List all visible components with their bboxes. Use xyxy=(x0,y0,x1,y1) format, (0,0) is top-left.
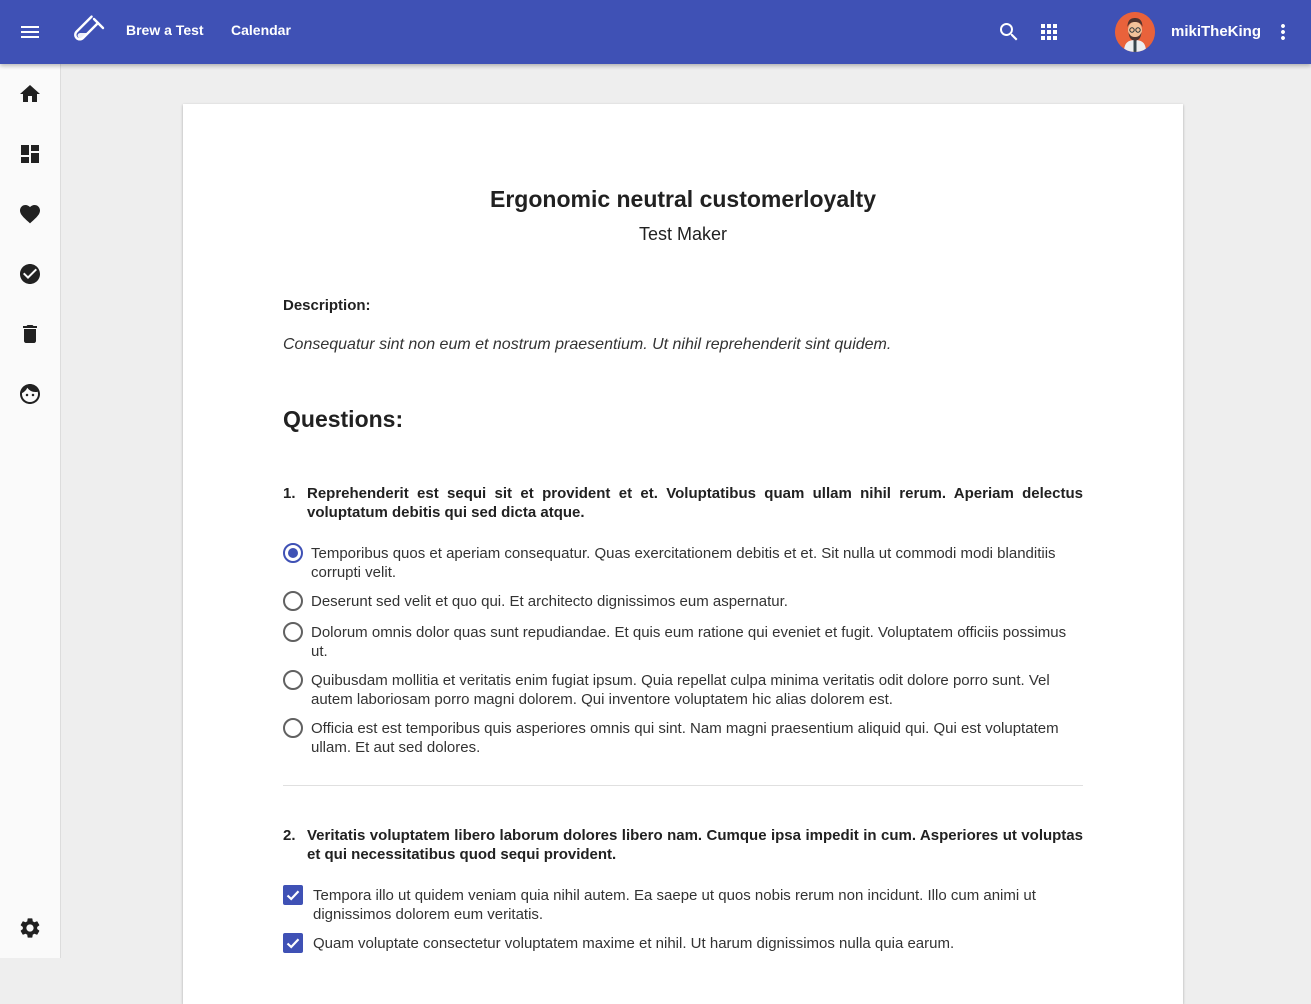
option-label: Officia est est temporibus quis asperior… xyxy=(311,720,1059,756)
radio-selected[interactable] xyxy=(283,543,303,563)
radio-unselected[interactable] xyxy=(283,718,303,738)
check-icon xyxy=(286,938,300,949)
checkbox-checked[interactable] xyxy=(283,933,303,953)
apps-grid-icon[interactable] xyxy=(1037,20,1061,44)
question-text: 2. Veritatis voluptatem libero laborum d… xyxy=(283,826,1083,864)
description-text: Consequatur sint non eum et nostrum prae… xyxy=(283,336,892,353)
option-label: Temporibus quos et aperiam consequatur. … xyxy=(311,545,1056,581)
side-navigation-rail xyxy=(0,64,61,958)
option-label: Tempora illo ut quidem veniam quia nihil… xyxy=(313,887,1036,923)
question-body: Reprehenderit est sequi sit et provident… xyxy=(307,485,1083,521)
question-2: 2. Veritatis voluptatem libero laborum d… xyxy=(283,826,1083,953)
question-text: 1. Reprehenderit est sequi sit et provid… xyxy=(283,484,1083,522)
user-avatar-icon xyxy=(1115,12,1155,52)
nav-brew-a-test[interactable]: Brew a Test xyxy=(126,22,204,38)
option-label: Quibusdam mollitia et veritatis enim fug… xyxy=(311,672,1050,708)
radio-unselected[interactable] xyxy=(283,622,303,642)
menu-icon[interactable] xyxy=(18,20,42,44)
test-author: Test Maker xyxy=(638,224,728,244)
questions-heading: Questions: xyxy=(283,406,404,432)
question-1: 1. Reprehenderit est sequi sit et provid… xyxy=(283,484,1083,756)
trash-icon[interactable] xyxy=(18,322,42,346)
question-number: 1. xyxy=(283,485,296,502)
description-label: Description: xyxy=(283,297,371,314)
top-app-bar: Brew a Test Calendar mikiTheKing xyxy=(0,0,1311,64)
checkbox-checked[interactable] xyxy=(283,885,303,905)
nav-calendar[interactable]: Calendar xyxy=(231,22,291,38)
settings-icon[interactable] xyxy=(18,916,42,940)
question-divider xyxy=(283,785,1083,786)
test-title: Ergonomic neutral customerloyalty xyxy=(490,186,876,212)
home-icon[interactable] xyxy=(18,82,42,106)
test-tube-icon[interactable] xyxy=(72,14,108,50)
option-label: Deserunt sed velit et quo qui. Et archit… xyxy=(311,593,788,610)
question-number: 2. xyxy=(283,827,296,844)
more-vert-icon[interactable] xyxy=(1271,20,1295,44)
option-label: Dolorum omnis dolor quas sunt repudianda… xyxy=(311,624,1067,660)
heart-icon[interactable] xyxy=(18,202,42,226)
check-circle-icon[interactable] xyxy=(18,262,42,286)
search-icon[interactable] xyxy=(997,20,1021,44)
check-icon xyxy=(286,890,300,901)
radio-unselected[interactable] xyxy=(283,591,303,611)
radio-unselected[interactable] xyxy=(283,670,303,690)
face-icon[interactable] xyxy=(18,382,42,406)
question-body: Veritatis voluptatem libero laborum dolo… xyxy=(307,827,1083,863)
option-label: Quam voluptate consectetur voluptatem ma… xyxy=(313,935,955,952)
test-card: Ergonomic neutral customerloyalty Test M… xyxy=(183,104,1183,1004)
avatar[interactable] xyxy=(1115,12,1155,52)
dashboard-icon[interactable] xyxy=(18,142,42,166)
username[interactable]: mikiTheKing xyxy=(1171,23,1261,40)
